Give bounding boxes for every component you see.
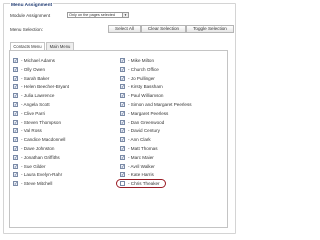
checkbox-checked[interactable]: ✓ <box>120 84 125 90</box>
menu-selection-row: Menu Selection: Select All Clear Selecti… <box>10 25 235 34</box>
module-assignment-label: Module Assignment <box>10 13 51 18</box>
menu-item-label: - Steven Thompson <box>21 119 62 125</box>
checkbox-checked[interactable]: ✓ <box>13 93 18 99</box>
fieldset-legend: Menu Assignment <box>10 3 54 8</box>
menu-item-label: - Steve Mitchell <box>21 181 53 187</box>
checkbox-checked[interactable]: ✓ <box>13 110 18 116</box>
menu-item-label: - Helen Beecher-Bryant <box>21 84 70 90</box>
module-assignment-value: Only on the pages selected <box>69 13 116 17</box>
checkbox-unchecked[interactable]: ✓ <box>120 181 125 187</box>
checkbox-checked[interactable]: ✓ <box>13 58 18 63</box>
menu-item-label: - Ann Clark <box>128 137 151 143</box>
checkbox-checked[interactable]: ✓ <box>120 119 125 125</box>
checkbox-checked[interactable]: ✓ <box>120 93 125 99</box>
checkbox-checked[interactable]: ✓ <box>13 75 18 81</box>
menu-selection-label: Menu Selection: <box>10 27 43 32</box>
menu-item-label: - Mike Milton <box>128 58 155 63</box>
checkbox-checked[interactable]: ✓ <box>13 172 18 178</box>
menu-item-label: - Val Ross <box>21 128 42 134</box>
menu-item-label: - Dan Greenwood <box>128 119 165 125</box>
module-assignment-select[interactable]: Only on the pages selected ▼ <box>67 12 129 18</box>
checkbox-checked[interactable]: ✓ <box>120 163 125 169</box>
menu-item-label: - Olly Owen <box>21 66 45 72</box>
menu-item-label: - Kirsty Bassham <box>128 84 163 90</box>
menu-item-label: - Jonathan Griffiths <box>21 154 60 160</box>
checkbox-checked[interactable]: ✓ <box>13 137 18 143</box>
checkbox-checked[interactable]: ✓ <box>13 84 18 90</box>
checkbox-checked[interactable]: ✓ <box>13 66 18 72</box>
menu-item-label: - Candice Macdonnell <box>21 137 66 143</box>
select-all-button[interactable]: Select All <box>108 25 141 33</box>
menu-item-label: - Julia Lawrence <box>21 93 55 99</box>
checkbox-checked[interactable]: ✓ <box>13 181 18 187</box>
menu-item-label: - Laura Evelyn-Rahr <box>21 172 63 178</box>
menu-item-label: - Avril Walker <box>128 163 155 169</box>
checkbox-checked[interactable]: ✓ <box>13 128 18 134</box>
checkbox-checked[interactable]: ✓ <box>13 154 18 160</box>
menu-item-label: - Marc Maier <box>128 154 154 160</box>
menu-item-label: - David Century <box>128 128 160 134</box>
checkbox-checked[interactable]: ✓ <box>120 102 125 107</box>
menu-item-label: - Margaret Peerless <box>128 110 169 116</box>
toggle-selection-button[interactable]: Toggle Selection <box>186 25 234 33</box>
module-assignment-row: Module Assignment Only on the pages sele… <box>10 12 235 19</box>
checkbox-checked[interactable]: ✓ <box>13 146 18 151</box>
tab-main-menu[interactable]: Main Menu <box>46 42 74 50</box>
checkbox-checked[interactable]: ✓ <box>13 163 18 169</box>
menu-item-label: - Sarah Baker <box>21 75 50 81</box>
checkbox-checked[interactable]: ✓ <box>120 128 125 134</box>
menu-item-label: - Kate Harris <box>128 172 154 178</box>
menu-item-label: - Chris Theaker <box>128 181 160 187</box>
checkbox-checked[interactable]: ✓ <box>120 66 125 72</box>
menu-item-label: - Paul Williamson <box>128 93 164 99</box>
checkbox-checked[interactable]: ✓ <box>120 110 125 116</box>
menu-item-label: - Sue Gilder <box>21 163 46 169</box>
menu-tabs: Contacts Menu Main Menu <box>10 42 230 51</box>
menu-item-label: - Simon and Margaret Peerless <box>128 102 192 107</box>
menu-item-label: - Church Office <box>128 66 159 72</box>
chevron-down-icon[interactable]: ▼ <box>122 13 128 17</box>
checkbox-checked[interactable]: ✓ <box>120 75 125 81</box>
checkbox-checked[interactable]: ✓ <box>13 102 18 107</box>
menu-item-label: - Jo Pullinger <box>128 75 155 81</box>
menu-item-label: - Michael Adams <box>21 58 55 63</box>
checkbox-checked[interactable]: ✓ <box>120 172 125 178</box>
checkbox-checked[interactable]: ✓ <box>120 154 125 160</box>
checkbox-checked[interactable]: ✓ <box>13 119 18 125</box>
clear-selection-button[interactable]: Clear Selection <box>141 25 186 33</box>
menu-item-label: - Matt Thomas <box>128 146 158 151</box>
menu-item-label: - Angela Scott <box>21 102 50 107</box>
menu-item-label: - Clive Parri <box>21 110 45 116</box>
checkbox-checked[interactable]: ✓ <box>120 58 125 63</box>
checkbox-checked[interactable]: ✓ <box>120 146 125 151</box>
menu-item-label: - Dave Johnston <box>21 146 55 151</box>
checkbox-checked[interactable]: ✓ <box>120 137 125 143</box>
